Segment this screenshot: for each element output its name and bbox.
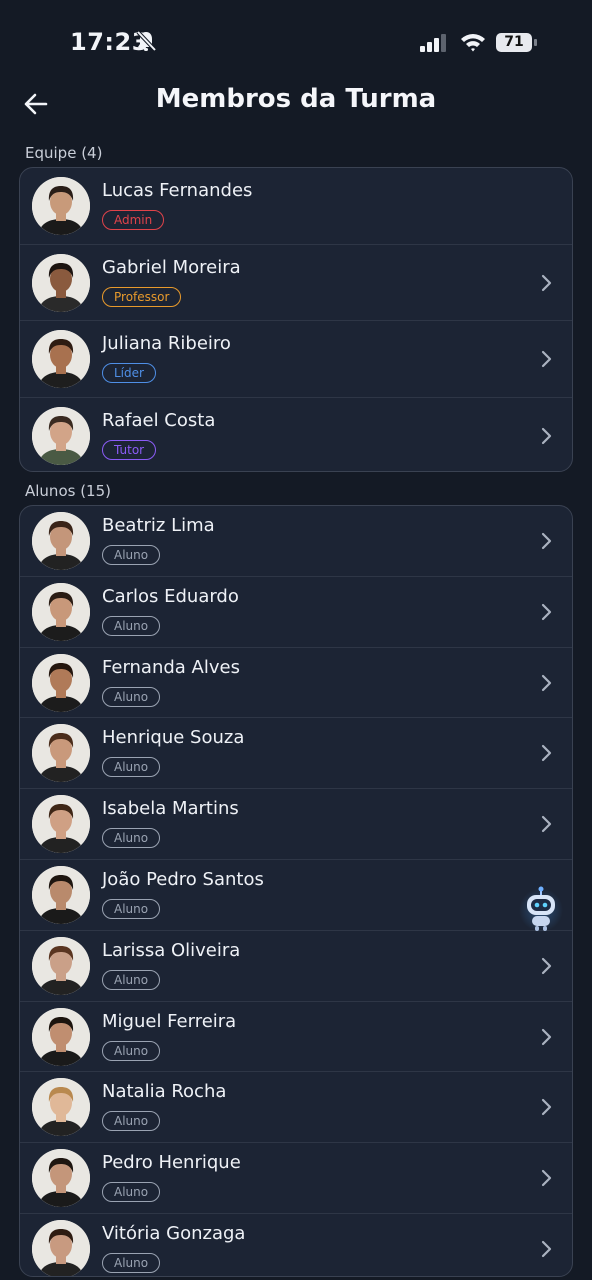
role-badge: Aluno [102, 1040, 161, 1061]
status-bar: 17:23 71 [0, 0, 592, 80]
role-badge: Admin [102, 210, 165, 230]
member-name: Miguel Ferreira [102, 1010, 237, 1032]
role-badge: Aluno [102, 969, 161, 990]
member-name: Vitória Gonzaga [102, 1222, 246, 1244]
member-name: Lucas Fernandes [102, 180, 253, 201]
member-row[interactable]: Gabriel Moreira Professor [20, 245, 572, 321]
role-badge: Aluno [102, 686, 161, 707]
avatar [32, 1078, 90, 1137]
team-list: Lucas Fernandes Admin Gabriel Moreira Profe… [19, 167, 573, 472]
role-badge: Aluno [102, 898, 161, 919]
avatar [32, 865, 90, 924]
chevron-right-icon[interactable] [540, 1028, 552, 1046]
member-name: Fernanda Alves [102, 656, 240, 678]
member-name: Gabriel Moreira [102, 256, 241, 278]
member-name: Rafael Costa [102, 409, 216, 431]
avatar [32, 653, 90, 712]
avatar [32, 330, 90, 388]
avatar [32, 582, 90, 641]
chevron-right-icon[interactable] [540, 1098, 552, 1116]
chevron-right-icon[interactable] [540, 532, 552, 550]
role-badge: Aluno [102, 615, 161, 636]
cellular-signal-icon [420, 34, 446, 52]
member-row[interactable]: Isabela Martins Aluno [20, 789, 572, 860]
avatar [32, 512, 90, 570]
member-row[interactable]: Beatriz Lima Aluno [20, 506, 572, 577]
role-badge: Aluno [102, 828, 161, 849]
avatar [32, 253, 90, 312]
member-row[interactable]: Juliana Ribeiro Líder [20, 321, 572, 398]
member-name: Pedro Henrique [102, 1152, 241, 1174]
students-section-label: Alunos (15) [25, 482, 111, 500]
member-name: Beatriz Lima [102, 515, 215, 536]
member-name: João Pedro Santos [102, 868, 264, 890]
chevron-right-icon[interactable] [540, 1169, 552, 1187]
role-badge: Aluno [102, 757, 161, 778]
role-badge: Tutor [102, 439, 157, 460]
role-badge: Professor [102, 286, 182, 307]
assistant-robot-icon[interactable] [519, 885, 563, 935]
member-row[interactable]: Larissa Oliveira Aluno [20, 931, 572, 1002]
chevron-right-icon[interactable] [540, 1240, 552, 1258]
avatar [32, 1007, 90, 1066]
avatar [32, 936, 90, 995]
member-name: Juliana Ribeiro [102, 333, 231, 354]
role-badge: Líder [102, 363, 156, 383]
member-row[interactable]: Carlos Eduardo Aluno [20, 577, 572, 648]
member-name: Isabela Martins [102, 798, 239, 820]
battery-level: 71 [496, 33, 532, 52]
member-name: Larissa Oliveira [102, 939, 241, 961]
chevron-right-icon[interactable] [540, 744, 552, 762]
member-row[interactable]: João Pedro Santos Aluno [20, 860, 572, 931]
avatar [32, 1219, 90, 1276]
students-list: Beatriz Lima Aluno Carlos Eduardo Aluno Fern… [19, 505, 573, 1277]
avatar [32, 795, 90, 854]
chevron-right-icon[interactable] [540, 603, 552, 621]
member-row[interactable]: Natalia Rocha Aluno [20, 1072, 572, 1144]
role-badge: Aluno [102, 1252, 161, 1273]
chevron-right-icon[interactable] [540, 957, 552, 975]
avatar [32, 724, 90, 783]
member-row[interactable]: Rafael Costa Tutor [20, 398, 572, 472]
role-badge: Aluno [102, 1182, 161, 1203]
avatar [32, 177, 90, 235]
team-section-label: Equipe (4) [25, 144, 103, 162]
battery-nub [534, 39, 537, 46]
role-badge: Aluno [102, 1111, 161, 1132]
member-row[interactable]: Miguel Ferreira Aluno [20, 1002, 572, 1073]
chevron-right-icon[interactable] [540, 427, 552, 445]
member-name: Carlos Eduardo [102, 585, 239, 607]
avatar [32, 1149, 90, 1208]
wifi-icon [461, 34, 485, 52]
member-row[interactable]: Henrique Souza Aluno [20, 718, 572, 790]
member-row[interactable]: Pedro Henrique Aluno [20, 1143, 572, 1214]
member-name: Natalia Rocha [102, 1081, 227, 1103]
chevron-right-icon[interactable] [540, 815, 552, 833]
member-row[interactable]: Fernanda Alves Aluno [20, 648, 572, 719]
member-row[interactable]: Vitória Gonzaga Aluno [20, 1214, 572, 1276]
bell-off-icon [136, 30, 156, 52]
member-name: Henrique Souza [102, 727, 245, 749]
battery-indicator: 71 [496, 33, 538, 52]
chevron-right-icon[interactable] [540, 350, 552, 368]
role-badge: Aluno [102, 545, 161, 565]
member-row[interactable]: Lucas Fernandes Admin [20, 168, 572, 245]
avatar [32, 406, 90, 465]
page-title: Membros da Turma [155, 84, 437, 114]
chevron-right-icon[interactable] [540, 674, 552, 692]
chevron-right-icon[interactable] [540, 274, 552, 292]
